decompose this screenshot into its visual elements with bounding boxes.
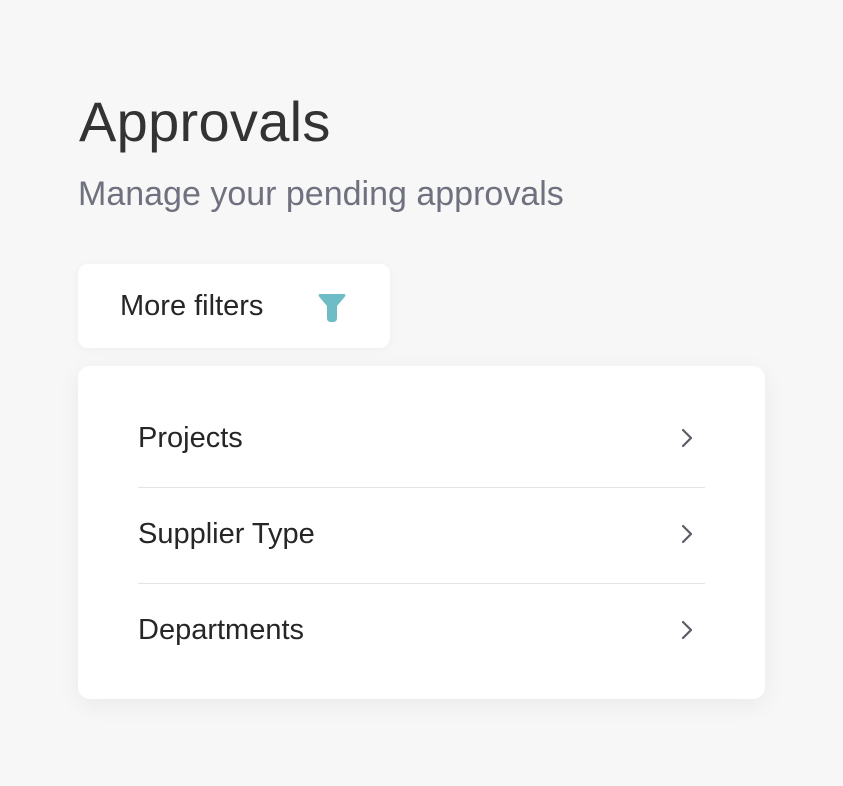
filter-item-projects[interactable]: Projects — [138, 392, 705, 488]
filter-menu-list: Projects Supplier Type Departments — [138, 392, 705, 679]
filter-item-departments[interactable]: Departments — [138, 584, 705, 679]
more-filters-label: More filters — [120, 290, 264, 322]
filter-item-supplier-type[interactable]: Supplier Type — [138, 488, 705, 584]
chevron-right-icon — [681, 524, 693, 544]
chevron-right-icon — [681, 620, 693, 640]
filter-item-label: Departments — [138, 614, 305, 646]
chevron-right-icon — [681, 428, 693, 448]
funnel-icon — [318, 294, 346, 322]
filter-item-label: Projects — [138, 422, 243, 454]
filter-item-label: Supplier Type — [138, 518, 315, 550]
filter-menu-panel: Projects Supplier Type Departments — [78, 366, 765, 699]
more-filters-button[interactable]: More filters — [78, 264, 390, 348]
page-subtitle: Manage your pending approvals — [78, 175, 564, 213]
page-title: Approvals — [79, 90, 331, 153]
